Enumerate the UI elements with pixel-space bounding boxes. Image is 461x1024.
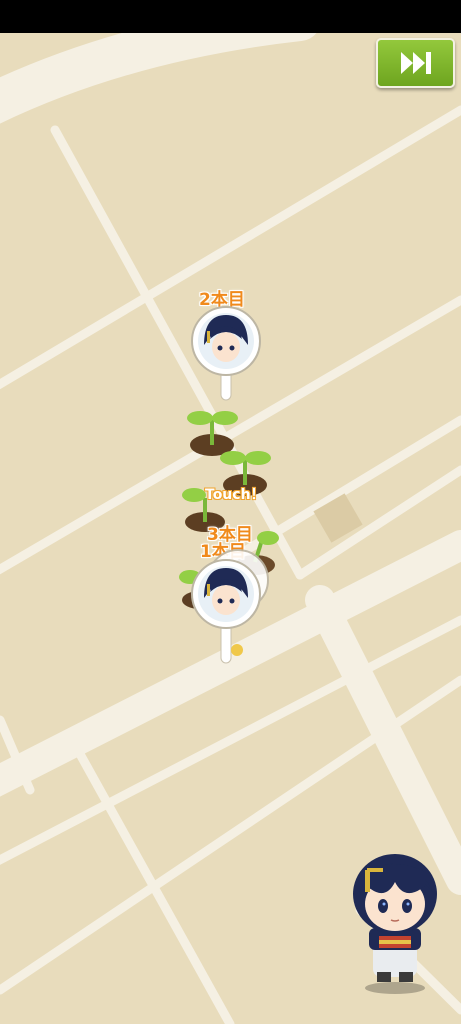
sprout-icon[interactable] [187,411,238,456]
character-portrait [198,313,254,369]
character-portrait [198,566,254,622]
map-pin-1[interactable] [190,558,266,670]
map-pin-2[interactable] [190,305,266,405]
touch-hint: Touch！ [205,487,265,503]
chibi-character-icon[interactable] [345,842,445,997]
